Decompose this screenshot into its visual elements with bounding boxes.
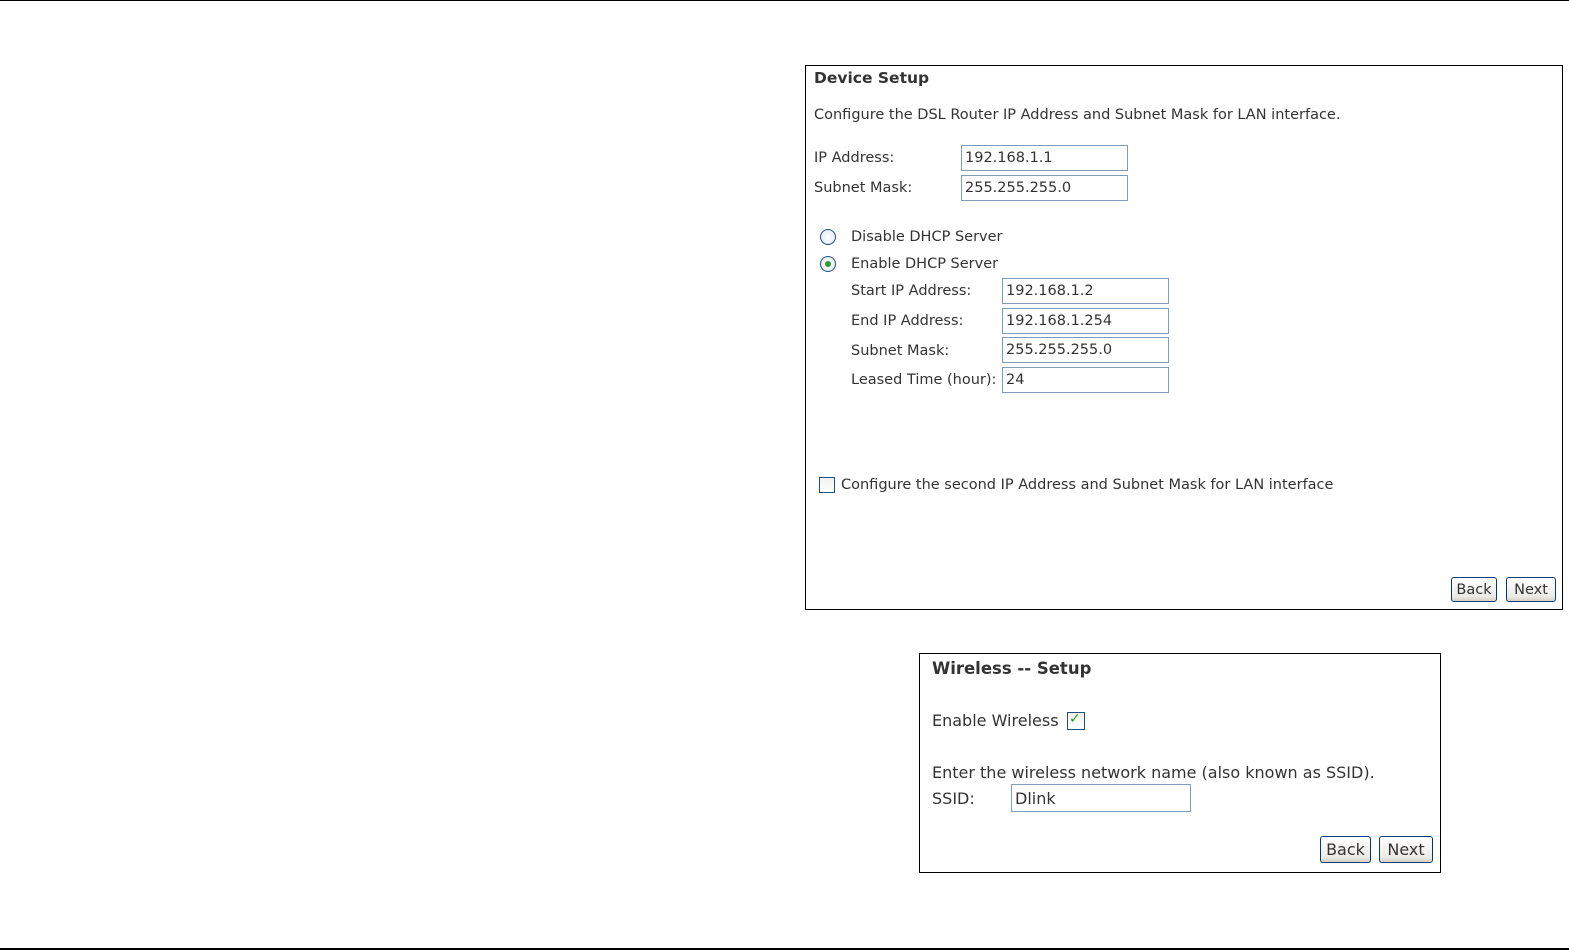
wireless-setup-title: Wireless -- Setup	[932, 659, 1092, 678]
dhcp-subnet-mask-label: Subnet Mask:	[851, 343, 950, 359]
device-next-button[interactable]: Next	[1506, 577, 1556, 602]
second-ip-checkbox[interactable]	[819, 477, 835, 493]
ssid-description: Enter the wireless network name (also kn…	[932, 763, 1375, 782]
ip-address-input[interactable]	[961, 145, 1128, 171]
enable-wireless-label: Enable Wireless	[932, 711, 1059, 730]
end-ip-label: End IP Address:	[851, 313, 964, 329]
checkmark-icon: ✓	[1069, 711, 1081, 727]
device-back-button[interactable]: Back	[1451, 577, 1497, 602]
start-ip-label: Start IP Address:	[851, 283, 972, 299]
start-ip-input[interactable]	[1002, 278, 1169, 304]
enable-dhcp-radio[interactable]	[820, 256, 836, 272]
radio-selected-dot	[825, 261, 831, 267]
subnet-mask-label: Subnet Mask:	[814, 180, 913, 196]
wireless-setup-panel: Wireless -- Setup Enable Wireless ✓ Ente…	[919, 653, 1441, 873]
second-ip-label: Configure the second IP Address and Subn…	[841, 477, 1334, 493]
dhcp-subnet-mask-input[interactable]	[1002, 337, 1169, 363]
bottom-rule	[0, 948, 1569, 950]
disable-dhcp-label: Disable DHCP Server	[851, 229, 1003, 245]
device-setup-description: Configure the DSL Router IP Address and …	[814, 107, 1341, 123]
leased-time-label: Leased Time (hour):	[851, 372, 997, 388]
ssid-label: SSID:	[932, 789, 975, 808]
enable-wireless-checkbox[interactable]: ✓	[1067, 711, 1085, 730]
device-setup-title: Device Setup	[814, 69, 930, 87]
ssid-input[interactable]	[1011, 784, 1191, 812]
leased-time-input[interactable]	[1002, 367, 1169, 393]
top-rule	[0, 0, 1569, 1]
end-ip-input[interactable]	[1002, 308, 1169, 334]
device-setup-panel: Device Setup Configure the DSL Router IP…	[805, 65, 1563, 610]
disable-dhcp-radio[interactable]	[820, 229, 836, 245]
ip-address-label: IP Address:	[814, 150, 895, 166]
wireless-next-button[interactable]: Next	[1379, 836, 1433, 863]
subnet-mask-input[interactable]	[961, 175, 1128, 201]
enable-dhcp-label: Enable DHCP Server	[851, 256, 999, 272]
wireless-back-button[interactable]: Back	[1320, 836, 1371, 863]
